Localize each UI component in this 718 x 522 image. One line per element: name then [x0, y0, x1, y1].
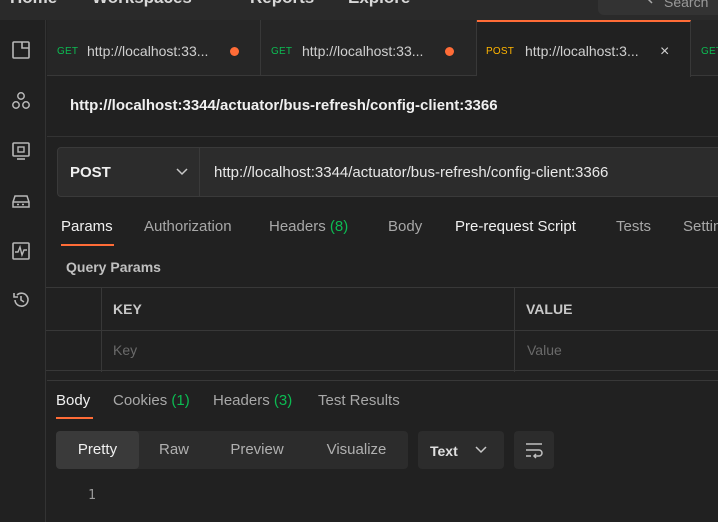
request-tab[interactable]: GET [691, 20, 718, 76]
divider [47, 136, 718, 137]
nav-workspaces[interactable]: Workspaces [92, 0, 192, 8]
wrap-lines-button[interactable] [514, 431, 554, 469]
search-icon [647, 0, 653, 4]
environments-icon[interactable] [11, 141, 31, 161]
search-box[interactable]: Search [598, 0, 718, 15]
url-input[interactable]: http://localhost:3344/actuator/bus-refre… [200, 147, 718, 197]
chevron-down-icon [176, 168, 188, 176]
view-preview[interactable]: Preview [209, 431, 305, 469]
divider [47, 380, 718, 381]
line-number: 1 [88, 488, 96, 503]
response-tab-headers[interactable]: Headers (3) [213, 392, 292, 409]
top-navigation: Home Workspaces Reports Explore Search [0, 0, 718, 20]
tab-headers-label: Headers [269, 218, 326, 235]
tab-method: GET [701, 46, 718, 57]
response-tab-cookies[interactable]: Cookies (1) [113, 392, 190, 409]
method-label: POST [70, 164, 111, 181]
nav-explore[interactable]: Explore [348, 0, 410, 8]
tab-headers[interactable]: Headers (8) [269, 218, 348, 235]
cookies-count: (1) [171, 392, 190, 409]
tab-prerequest-script[interactable]: Pre-request Script [455, 218, 576, 235]
method-dropdown[interactable]: POST [57, 147, 200, 197]
tab-method: POST [486, 46, 515, 57]
wrap-lines-icon [526, 443, 543, 459]
tab-url: http://localhost:3... [525, 43, 639, 59]
tab-body[interactable]: Body [388, 218, 422, 235]
column-header-value: VALUE [526, 301, 573, 317]
unsaved-dot-icon [230, 47, 239, 56]
divider [101, 288, 102, 372]
divider [514, 288, 515, 372]
response-tab-test-results[interactable]: Test Results [318, 392, 400, 409]
nav-reports[interactable]: Reports [250, 0, 314, 8]
headers-count: (8) [329, 218, 349, 235]
active-tab-indicator [61, 244, 114, 246]
sidebar [0, 20, 46, 522]
request-tab-bar: GET http://localhost:33... GET http://lo… [47, 20, 718, 77]
request-tab-active[interactable]: POST http://localhost:3... × [477, 20, 691, 77]
history-icon[interactable] [11, 290, 31, 310]
request-tab[interactable]: GET http://localhost:33... [47, 20, 261, 76]
response-headers-label: Headers [213, 392, 270, 409]
apis-icon[interactable] [11, 91, 31, 111]
column-header-key: KEY [113, 301, 142, 317]
active-tab-indicator [56, 417, 93, 419]
format-dropdown[interactable]: Text [418, 431, 504, 469]
view-pretty[interactable]: Pretty [56, 431, 139, 469]
tab-settings[interactable]: Settings [683, 218, 718, 235]
nav-home[interactable]: Home [10, 0, 57, 8]
tab-url: http://localhost:33... [302, 43, 424, 59]
query-params-table: KEY VALUE Key Value [46, 287, 718, 372]
monitors-icon[interactable] [11, 241, 31, 261]
collections-icon[interactable] [11, 40, 31, 60]
tab-authorization[interactable]: Authorization [144, 218, 232, 235]
view-mode-segmented: Pretty Raw Preview Visualize [56, 431, 408, 469]
view-visualize[interactable]: Visualize [305, 431, 408, 469]
chevron-down-icon [475, 446, 487, 454]
response-tab-body[interactable]: Body [56, 392, 90, 409]
key-input[interactable]: Key [113, 342, 137, 358]
search-placeholder: Search [664, 0, 709, 10]
request-tab[interactable]: GET http://localhost:33... [261, 20, 477, 76]
format-label: Text [430, 443, 458, 459]
query-params-heading: Query Params [66, 259, 161, 275]
cookies-label: Cookies [113, 392, 168, 409]
tab-method: GET [271, 46, 293, 57]
tab-url: http://localhost:33... [87, 43, 209, 59]
tab-method: GET [57, 46, 79, 57]
url-value: http://localhost:3344/actuator/bus-refre… [214, 164, 609, 181]
tab-params[interactable]: Params [61, 218, 113, 235]
mock-servers-icon[interactable] [11, 191, 31, 211]
divider [46, 330, 718, 331]
view-raw[interactable]: Raw [139, 431, 209, 469]
close-tab-icon[interactable]: × [660, 43, 669, 61]
value-input[interactable]: Value [527, 342, 562, 358]
request-title[interactable]: http://localhost:3344/actuator/bus-refre… [70, 97, 498, 114]
tab-tests[interactable]: Tests [616, 218, 651, 235]
response-headers-count: (3) [273, 392, 293, 409]
unsaved-dot-icon [445, 47, 454, 56]
